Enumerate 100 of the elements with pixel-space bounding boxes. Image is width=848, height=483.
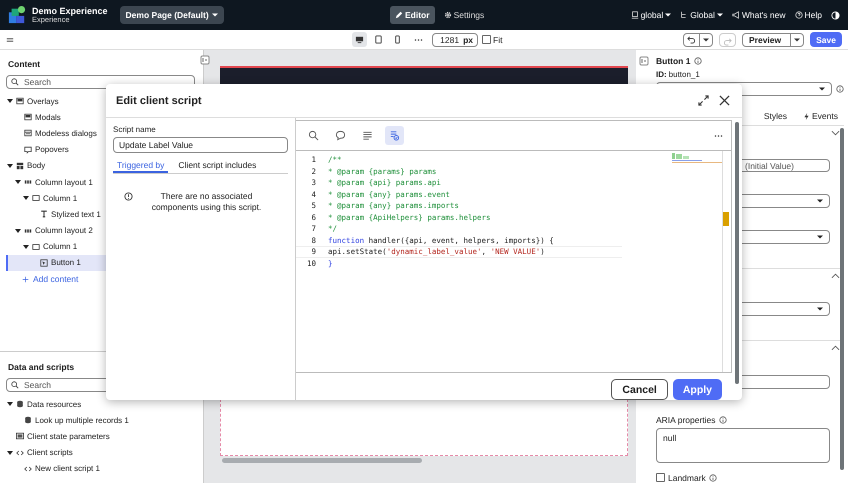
dialog-title: Edit client script [116, 94, 203, 106]
fit-checkbox[interactable] [482, 35, 491, 44]
text-icon [40, 210, 48, 218]
tree-item[interactable]: Client state parameters [6, 428, 195, 445]
caret-icon[interactable] [7, 401, 13, 408]
caret-icon [817, 198, 823, 204]
scrollbar-thumb[interactable] [222, 458, 422, 462]
tree-item[interactable]: Client scripts [6, 444, 195, 461]
settings-icon [444, 11, 452, 19]
id-value: button_1 [668, 70, 700, 79]
validate-icon [389, 130, 400, 141]
panel-tab[interactable]: Events [803, 107, 838, 125]
component-title: Button 1 [656, 56, 690, 66]
chevron-up-icon[interactable] [831, 345, 840, 352]
panel-tab[interactable]: Styles [764, 107, 787, 125]
undo-button[interactable] [683, 32, 713, 46]
caret-icon[interactable] [7, 162, 13, 169]
mode-tab[interactable]: Settings [438, 6, 490, 24]
database-icon [24, 416, 32, 424]
pencil-icon [395, 11, 403, 19]
instance-dropdown[interactable]: global [630, 10, 672, 20]
speech-box-icon [24, 146, 32, 154]
logo-icon [8, 6, 26, 24]
field-label: Script name [113, 125, 157, 134]
rectangle-icon [32, 194, 40, 202]
search-icon [11, 381, 19, 389]
comment-icon [335, 130, 346, 141]
info-icon [708, 474, 717, 482]
caret-icon[interactable] [794, 36, 800, 42]
format-icon [362, 130, 373, 141]
caret-icon[interactable] [23, 195, 29, 202]
cursor-icon [40, 258, 48, 267]
help-icon [794, 11, 803, 19]
caret-icon [212, 12, 218, 18]
app-name: Demo Experience [32, 6, 108, 16]
tab[interactable]: Client script includes [174, 158, 260, 173]
window-icon [24, 129, 32, 138]
columns-icon [24, 178, 32, 186]
tree-item[interactable]: Look up multiple records 1 [6, 412, 195, 428]
panel-title: Content [8, 59, 42, 69]
scrollbar-thumb[interactable] [840, 128, 844, 470]
tree-item[interactable]: New client script 1 [6, 460, 195, 477]
caret-icon[interactable] [15, 228, 21, 234]
scope-dropdown[interactable]: Global [680, 10, 723, 20]
editor-tool-button[interactable] [385, 126, 404, 145]
apply-button[interactable]: Apply [672, 379, 722, 400]
tree-item[interactable]: Column 1 [6, 238, 195, 255]
caret-icon[interactable] [23, 244, 29, 250]
tree-item[interactable]: Modals [6, 109, 195, 126]
mode-tab[interactable]: Editor [390, 6, 435, 24]
expand-icon[interactable] [698, 95, 709, 106]
landmark-checkbox[interactable] [656, 473, 665, 482]
info-icon [694, 57, 702, 65]
page-dropdown[interactable]: Demo Page (Default) [120, 6, 224, 24]
code-icon [16, 448, 24, 457]
checkbox-label: Landmark [668, 472, 706, 483]
chevron-down-icon[interactable] [831, 130, 840, 136]
collapse-icon[interactable] [200, 55, 210, 65]
script-name-field[interactable]: Update Label Value [113, 137, 288, 153]
caret-icon[interactable] [15, 179, 21, 186]
empty-message: There are no associated components using this script. [150, 191, 262, 214]
chevron-up-icon[interactable] [831, 273, 840, 280]
megaphone-icon [732, 11, 740, 19]
tree-item[interactable]: Column layout 1 [6, 174, 195, 190]
database-icon [16, 400, 24, 408]
state-icon [16, 432, 24, 440]
caret-icon [817, 234, 823, 240]
columns-icon [24, 226, 32, 235]
close-icon[interactable] [719, 95, 730, 106]
id-label: ID: [656, 70, 667, 79]
device-button[interactable] [352, 32, 367, 47]
tablet-icon [374, 35, 383, 44]
caret-icon [716, 12, 723, 18]
width-field[interactable]: 1281 px [432, 32, 478, 46]
aria-properties-field[interactable]: null [656, 428, 830, 463]
scrollbar-thumb[interactable] [735, 122, 739, 384]
tree-item[interactable]: Column layout 2 [6, 222, 195, 239]
caret-icon[interactable] [7, 98, 13, 104]
lightning-icon [803, 112, 810, 120]
cancel-button[interactable]: Cancel [611, 379, 668, 400]
caret-icon [819, 86, 825, 92]
contrast-icon[interactable] [831, 10, 840, 20]
fit-label: Fit [493, 34, 502, 44]
info-icon [718, 416, 727, 424]
menu-icon[interactable] [6, 36, 14, 44]
whats-new-button[interactable]: What's new [732, 10, 786, 20]
search-icon [11, 78, 19, 86]
more-icon[interactable] [414, 38, 423, 42]
tree-item[interactable]: Data resources [6, 396, 195, 412]
tab[interactable]: Triggered by [113, 158, 168, 173]
help-button[interactable]: Help [794, 10, 822, 20]
rectangle-icon [32, 242, 40, 251]
collapse-icon[interactable] [639, 56, 649, 66]
add-content-link[interactable]: Add content [6, 271, 195, 288]
save-button[interactable]: Save [810, 32, 842, 47]
caret-icon [665, 12, 672, 18]
alert-icon [124, 192, 132, 201]
caret-icon[interactable] [7, 450, 13, 456]
code-icon [24, 464, 32, 473]
more-icon[interactable] [714, 134, 723, 138]
